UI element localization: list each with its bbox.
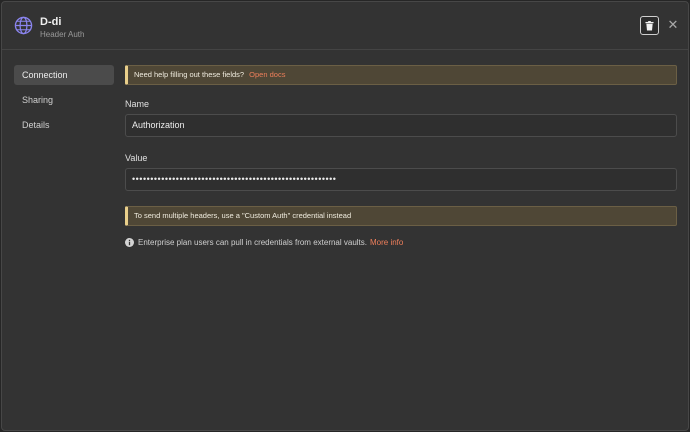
sidebar-item-details[interactable]: Details	[14, 115, 114, 135]
more-info-link[interactable]: More info	[370, 238, 403, 247]
connection-panel: Need help filling out these fields? Open…	[125, 65, 677, 247]
modal-header: D-di Header Auth ✕	[2, 2, 688, 50]
headers-notice-text: To send multiple headers, use a "Custom …	[134, 211, 352, 220]
globe-icon	[14, 16, 33, 35]
value-field[interactable]: ••••••••••••••••••••••••••••••••••••••••…	[125, 168, 677, 191]
sidebar: Connection Sharing Details	[14, 65, 114, 140]
sidebar-item-connection[interactable]: Connection	[14, 65, 114, 85]
credential-modal: D-di Header Auth ✕ Connection Sharing De…	[1, 1, 689, 431]
open-docs-link[interactable]: Open docs	[249, 70, 285, 79]
name-field-label: Name	[125, 99, 150, 109]
headers-notice: To send multiple headers, use a "Custom …	[125, 206, 677, 226]
help-notice: Need help filling out these fields? Open…	[125, 65, 677, 85]
vault-info: Enterprise plan users can pull in creden…	[125, 238, 677, 247]
trash-icon	[645, 20, 654, 30]
close-icon[interactable]: ✕	[666, 16, 680, 34]
vault-info-text: Enterprise plan users can pull in creden…	[138, 238, 367, 247]
credential-title: D-di	[40, 16, 62, 28]
value-field-label: Value	[125, 153, 148, 163]
info-icon	[125, 238, 134, 247]
sidebar-item-sharing[interactable]: Sharing	[14, 90, 114, 110]
credential-type: Header Auth	[40, 30, 85, 39]
help-notice-text: Need help filling out these fields?	[134, 70, 245, 79]
name-field[interactable]: Authorization	[125, 114, 677, 137]
delete-button[interactable]	[640, 16, 659, 35]
